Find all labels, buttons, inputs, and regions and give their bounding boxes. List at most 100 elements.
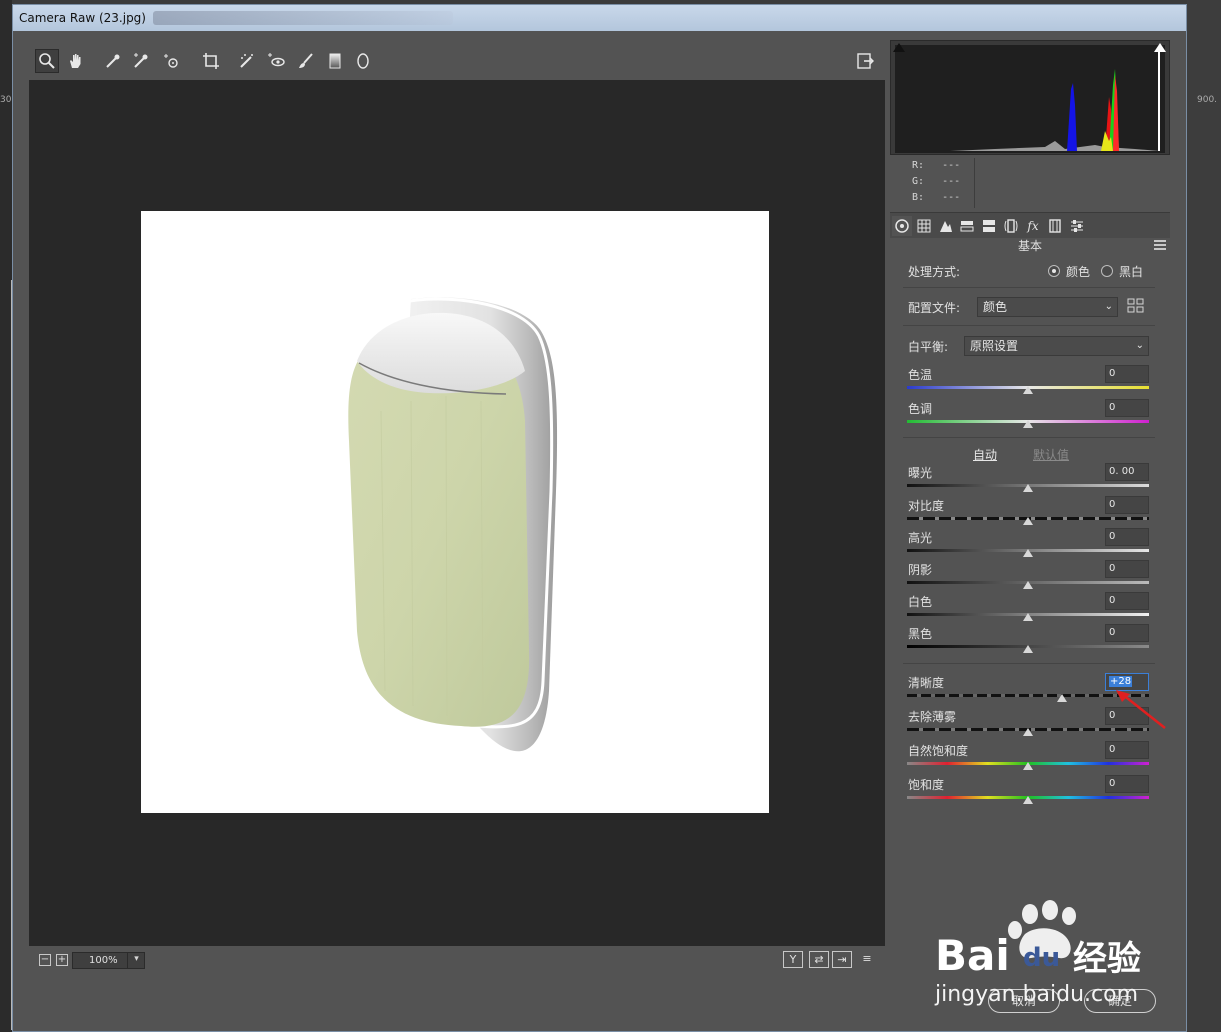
exposure-value-input[interactable]: 0. 00 [1105,463,1149,481]
dialog-titlebar: Camera Raw (23.jpg) [13,5,1186,31]
clarity-slider-thumb[interactable] [1056,694,1067,702]
whites-slider-thumb[interactable] [1023,613,1033,621]
white-balance-value: 原照设置 [970,339,1019,353]
spot-removal-tool[interactable] [235,49,259,73]
section-divider [903,437,1155,438]
tab-basic[interactable] [892,216,912,236]
section-divider [903,287,1155,288]
split-toning-icon [983,220,995,232]
process-color-radio[interactable] [1048,265,1060,277]
image-preview[interactable] [29,80,885,946]
profile-select[interactable]: 颜色 ⌄ [977,297,1118,317]
zoom-tool[interactable] [35,49,59,73]
b-label: B: [912,192,925,203]
contrast-value: 0 [1109,499,1116,510]
chevron-down-icon[interactable]: ▾ [127,952,145,969]
radial-filter-tool[interactable] [351,49,375,73]
white-balance-tool[interactable] [101,49,125,73]
saturation-label: 饱和度 [908,778,945,792]
white-balance-label: 白平衡: [908,340,949,354]
vibrance-label: 自然饱和度 [908,744,969,758]
blacks-slider-thumb[interactable] [1023,645,1033,653]
exposure-slider-thumb[interactable] [1023,484,1033,492]
tab-presets[interactable] [1067,216,1087,236]
zoom-out-button[interactable]: − [39,954,51,966]
tab-hsl[interactable] [957,216,977,236]
before-after-view-button[interactable]: Y [783,951,803,968]
highlights-value: 0 [1109,531,1116,542]
lens-icon [1004,219,1018,233]
tab-split-toning[interactable] [979,216,999,236]
hand-tool[interactable] [64,49,88,73]
workspace-right [1187,0,1221,1032]
product-image [348,297,558,752]
panel-menu-icon[interactable] [1154,240,1166,250]
saturation-slider-thumb[interactable] [1023,796,1033,804]
graduated-filter-tool[interactable] [323,49,347,73]
open-preferences-button[interactable] [853,49,877,73]
mountain-icon [940,221,952,232]
zoom-in-button[interactable]: + [56,954,68,966]
ruler-number: 900. [1197,95,1218,105]
histogram-plot [895,45,1165,153]
profile-browser-icon[interactable] [1127,298,1145,314]
b-value: --- [942,192,961,203]
tab-effects[interactable]: fx [1023,216,1043,236]
crop-tool[interactable] [199,49,223,73]
tab-detail[interactable] [936,216,956,236]
chevron-down-icon: ⌄ [1104,301,1113,312]
shadows-value-input[interactable]: 0 [1105,560,1149,578]
blacks-value-input[interactable]: 0 [1105,624,1149,642]
highlights-value-input[interactable]: 0 [1105,528,1149,546]
contrast-value-input[interactable]: 0 [1105,496,1149,514]
temp-value-input[interactable]: 0 [1105,365,1149,383]
adjustment-brush-icon [299,53,313,68]
red-eye-tool[interactable] [264,49,288,73]
sliders-icon [1071,220,1083,232]
adjustment-brush-tool[interactable] [294,49,318,73]
auto-link[interactable]: 自动 [973,446,997,463]
clarity-label: 清晰度 [908,676,945,690]
grid-curve-icon [917,219,931,233]
swap-settings-button[interactable]: ⇄ [809,951,829,968]
vibrance-slider-thumb[interactable] [1023,762,1033,770]
whites-value-input[interactable]: 0 [1105,592,1149,610]
highlight-clipping-indicator[interactable] [1154,43,1166,52]
tab-camera-calibration[interactable] [1045,216,1065,236]
white-balance-select[interactable]: 原照设置 ⌄ [964,336,1149,356]
exposure-label: 曝光 [908,466,933,480]
color-sampler-tool[interactable] [129,49,153,73]
blacks-label: 黑色 [908,627,933,641]
temp-slider-thumb[interactable] [1023,386,1033,394]
tint-slider-thumb[interactable] [1023,420,1033,428]
whites-label: 白色 [908,595,933,609]
dehaze-slider-thumb[interactable] [1023,728,1033,736]
tab-tone-curve[interactable] [914,216,934,236]
process-bw-radio[interactable] [1101,265,1113,277]
hand-icon [70,54,81,68]
fx-icon: fx [1027,219,1039,233]
copy-settings-button[interactable]: ⇥ [832,951,852,968]
targeted-adjustment-tool[interactable] [159,49,183,73]
shadow-clipping-indicator[interactable] [893,43,905,52]
saturation-value-input[interactable]: 0 [1105,775,1149,793]
contrast-slider-thumb[interactable] [1023,517,1033,525]
highlights-slider-thumb[interactable] [1023,549,1033,557]
clarity-value: +28 [1109,676,1133,687]
tint-value-input[interactable]: 0 [1105,399,1149,417]
graduated-filter-icon [329,53,341,69]
vibrance-value: 0 [1109,744,1116,755]
profile-value: 颜色 [983,300,1008,314]
tab-lens-corrections[interactable] [1001,216,1021,236]
photo-canvas[interactable] [141,211,769,813]
default-link[interactable]: 默认值 [1033,446,1069,463]
zoom-level-value: 100% [89,955,118,966]
shadows-value: 0 [1109,563,1116,574]
vibrance-value-input[interactable]: 0 [1105,741,1149,759]
profile-label: 配置文件: [908,301,961,315]
preview-settings-button[interactable]: ≡ [857,951,877,968]
panel-title: 基本 [1017,239,1042,253]
temp-value: 0 [1109,368,1116,379]
watermark-brand: Bai [935,931,1010,980]
shadows-slider-thumb[interactable] [1023,581,1033,589]
